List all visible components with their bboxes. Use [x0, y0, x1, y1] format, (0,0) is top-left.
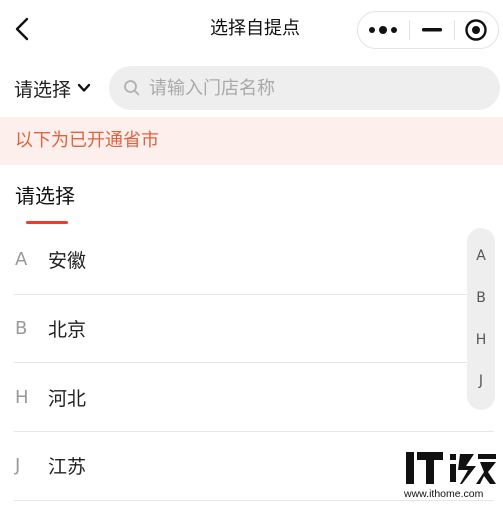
filter-row: 请选择	[0, 62, 503, 114]
more-dots-icon	[369, 26, 397, 34]
list-item[interactable]: A 安徽	[14, 226, 494, 295]
list-item-name: 安徽	[48, 250, 87, 273]
index-letter-b[interactable]: B	[467, 290, 495, 306]
tab-select-province[interactable]: 请选择	[15, 180, 75, 224]
region-dropdown-label: 请选择	[14, 78, 72, 101]
chevron-down-icon	[77, 83, 91, 92]
list-item-name: 河北	[48, 387, 87, 410]
search-box[interactable]	[109, 66, 500, 110]
list-item-letter: H	[15, 386, 29, 408]
index-letter-j[interactable]: J	[467, 373, 495, 389]
minus-icon	[422, 28, 442, 32]
more-button[interactable]	[358, 12, 408, 48]
search-icon	[124, 80, 140, 96]
search-input[interactable]	[149, 77, 489, 99]
region-dropdown[interactable]: 请选择	[14, 70, 91, 106]
minimize-button[interactable]	[410, 12, 454, 48]
active-tab-indicator	[26, 221, 68, 224]
list-item[interactable]: H 河北	[14, 363, 494, 433]
list-item-letter: J	[15, 455, 21, 477]
ithome-logo-icon	[406, 452, 496, 484]
back-button[interactable]	[12, 14, 36, 44]
index-letter-a[interactable]: A	[467, 248, 495, 264]
index-letter-h[interactable]: H	[467, 332, 495, 348]
list-item-letter: B	[15, 318, 28, 340]
alphabet-index-bar: A B H J	[467, 228, 495, 410]
chevron-left-icon	[15, 17, 29, 41]
list-item-name: 江苏	[48, 456, 87, 479]
close-button[interactable]	[454, 12, 498, 48]
opened-regions-notice: 以下为已开通省市	[0, 117, 503, 165]
ithome-watermark: www.ithome.com	[404, 448, 500, 504]
list-item[interactable]: B 北京	[14, 295, 494, 364]
target-close-icon	[465, 19, 487, 41]
tab-label: 请选择	[15, 184, 75, 208]
mini-program-capsule	[357, 11, 499, 49]
watermark-url: www.ithome.com	[404, 488, 484, 500]
navigation-bar: 选择自提点	[0, 0, 503, 58]
list-item-name: 北京	[48, 319, 87, 342]
list-item-letter: A	[15, 249, 28, 271]
